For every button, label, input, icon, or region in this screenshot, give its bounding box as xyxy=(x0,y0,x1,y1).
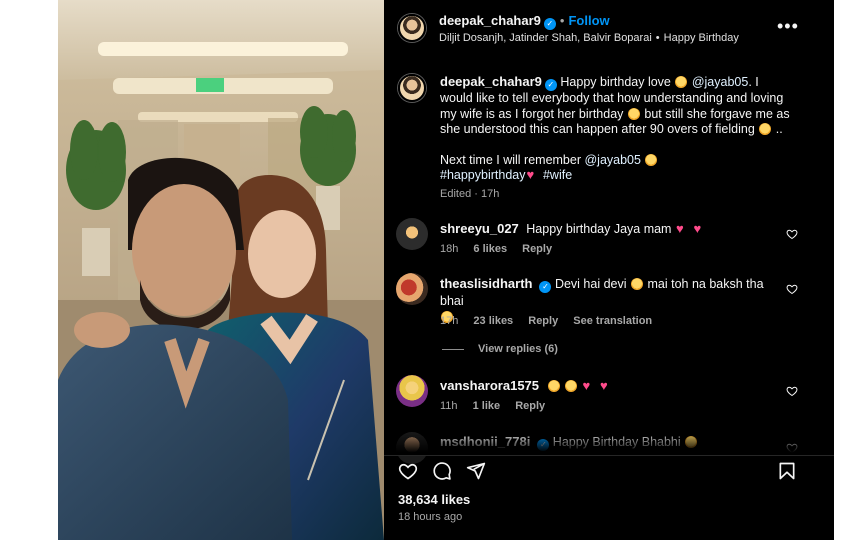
reply-button[interactable]: Reply xyxy=(528,315,558,327)
face-emoji-icon xyxy=(675,76,688,88)
comment-body: vansharora1575 xyxy=(440,378,780,394)
post-likes-count[interactable]: 38,634 likes xyxy=(398,492,470,507)
follow-button[interactable]: Follow xyxy=(568,13,609,28)
caption-text-1: Happy birthday love xyxy=(560,75,671,89)
reply-button[interactable]: Reply xyxy=(522,243,552,255)
photo-illustration xyxy=(58,0,384,540)
audio-artists: Diljit Dosanjh, Jatinder Shah, Balvir Bo… xyxy=(439,32,652,44)
heart-emoji-icon xyxy=(676,221,688,237)
comment-time: 11h xyxy=(440,400,458,412)
caption-meta: Edited · 17h xyxy=(440,188,500,200)
comment-meta: 17h 23 likes Reply See translation xyxy=(440,315,664,327)
comment-meta: 18h 6 likes Reply xyxy=(440,243,564,255)
comment-text: Happy birthday Jaya mam xyxy=(526,222,672,236)
comment-text: Happy Birthday Bhabhi xyxy=(552,435,681,449)
verified-badge-icon: ✓ xyxy=(539,281,552,293)
audio-title: Happy Birthday xyxy=(663,32,739,44)
post-timestamp[interactable]: 18 hours ago xyxy=(398,511,462,523)
verified-badge-icon: ✓ xyxy=(543,18,556,30)
caption-text-5: Next time I will remember xyxy=(440,152,581,167)
author-avatar[interactable] xyxy=(398,14,426,42)
caption-avatar[interactable] xyxy=(398,74,426,102)
comment-body: msdhonii_778i ✓ Happy Birthday Bhabhi xyxy=(440,434,780,451)
commenter-avatar[interactable] xyxy=(396,273,428,305)
like-comment-heart-icon[interactable] xyxy=(786,385,798,397)
author-username[interactable]: deepak_chahar9 xyxy=(439,13,541,28)
more-options-button[interactable]: ••• xyxy=(777,16,799,37)
comment-meta: 11h 1 like Reply xyxy=(440,400,557,412)
page-margin-left xyxy=(0,0,58,540)
comment-bubble-icon[interactable] xyxy=(432,461,452,481)
post-photo[interactable] xyxy=(58,0,384,540)
reply-button[interactable]: Reply xyxy=(515,400,545,412)
verified-badge-icon: ✓ xyxy=(537,439,550,451)
share-send-icon[interactable] xyxy=(466,461,486,481)
view-replies-button[interactable]: View replies (6) xyxy=(442,343,558,355)
post-detail-panel: deepak_chahar9 ✓ • Follow Diljit Dosanjh, J… xyxy=(384,0,834,540)
laughing-emoji-icon xyxy=(759,123,772,136)
comment-text-1: Devi hai devi xyxy=(554,277,627,291)
comment-body: shreeyu_027 Happy birthday Jaya mam xyxy=(440,221,780,237)
laughing-emoji-icon xyxy=(631,278,644,290)
audio-attribution[interactable]: Diljit Dosanjh, Jatinder Shah, Balvir Bo… xyxy=(439,32,739,44)
like-comment-heart-icon[interactable] xyxy=(786,283,798,295)
commenter-username[interactable]: theaslisidharth xyxy=(440,276,532,291)
see-translation-button[interactable]: See translation xyxy=(573,315,652,327)
comment-likes-count[interactable]: 6 likes xyxy=(473,243,507,255)
comment-likes-count[interactable]: 23 likes xyxy=(473,315,513,327)
verified-badge-icon: ✓ xyxy=(544,79,557,91)
bookmark-save-icon[interactable] xyxy=(777,461,797,481)
header-user-line: deepak_chahar9 ✓ • Follow xyxy=(439,13,610,30)
caption-text-4: .. xyxy=(775,122,783,137)
heart-emoji-icon xyxy=(693,221,705,237)
caption-hashtag-2[interactable]: #wife xyxy=(543,168,572,182)
separator-dot: • xyxy=(559,13,565,28)
face-emoji-icon xyxy=(627,107,640,120)
comment-time: 17h xyxy=(440,315,459,327)
commenter-avatar[interactable] xyxy=(396,218,428,250)
commenter-username[interactable]: vansharora1575 xyxy=(440,378,539,393)
commenter-avatar[interactable] xyxy=(396,375,428,407)
like-comment-heart-icon[interactable] xyxy=(786,228,798,240)
post-action-bar xyxy=(384,455,834,483)
caption-username[interactable]: deepak_chahar9 xyxy=(440,74,542,89)
separator-dot: • xyxy=(655,32,660,44)
post-header: deepak_chahar9 ✓ • Follow Diljit Dosanjh, J… xyxy=(384,0,834,62)
commenter-username[interactable]: shreeyu_027 xyxy=(440,221,519,236)
caption-mention-1[interactable]: @jayab05 xyxy=(692,75,748,89)
commenter-username[interactable]: msdhonii_778i xyxy=(440,434,530,449)
caption-text: deepak_chahar9 ✓ Happy birthday love @jay… xyxy=(440,74,790,184)
heart-emoji-icon xyxy=(600,378,612,394)
like-heart-icon[interactable] xyxy=(398,461,418,481)
like-comment-heart-icon[interactable] xyxy=(786,442,798,454)
grin-emoji-icon xyxy=(645,153,658,166)
face-emoji-icon xyxy=(685,436,698,448)
caption-mention-2[interactable]: @jayab05 xyxy=(584,153,640,167)
page-margin-right xyxy=(834,0,864,540)
view-replies-label: View replies (6) xyxy=(478,343,558,355)
heart-emoji-icon xyxy=(526,167,538,183)
laughing-emoji-icon xyxy=(564,380,577,392)
comment-likes-count[interactable]: 1 like xyxy=(473,400,501,412)
comment-time: 18h xyxy=(440,243,459,255)
caption-hashtag-1[interactable]: #happybirthday xyxy=(440,168,525,182)
replies-divider-line xyxy=(442,348,464,350)
laughing-emoji-icon xyxy=(547,380,560,392)
heart-emoji-icon xyxy=(582,378,594,394)
